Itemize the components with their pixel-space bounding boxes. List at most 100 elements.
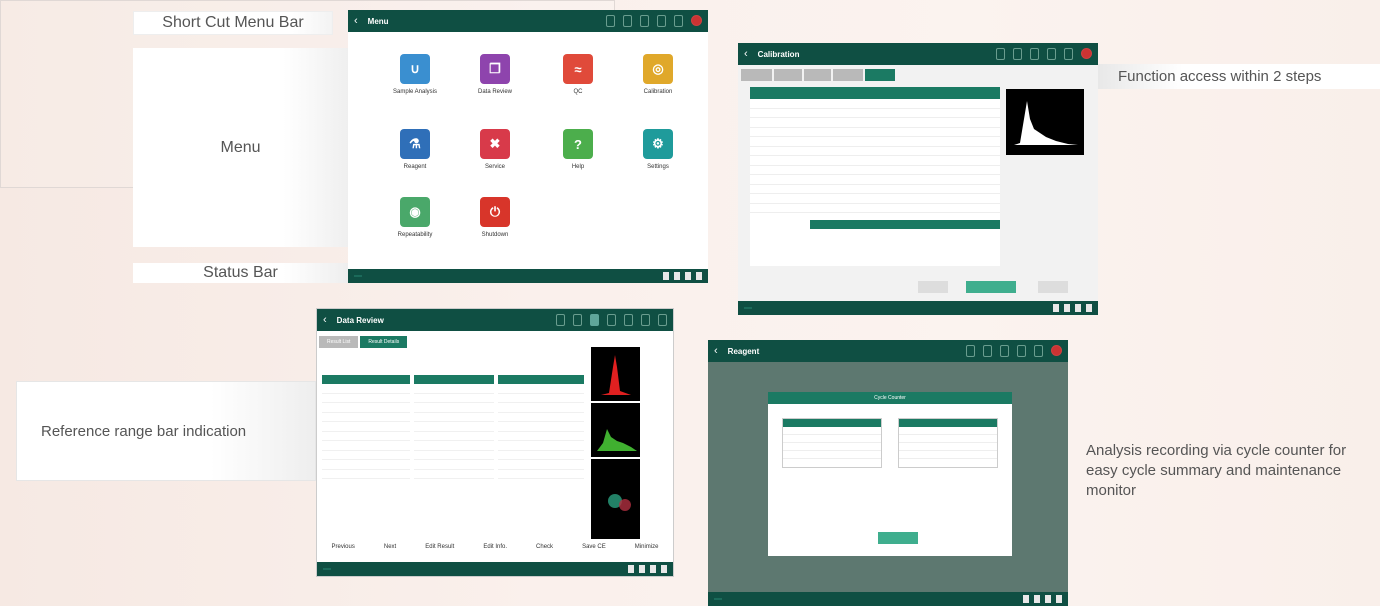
shortcut-icon[interactable] (1013, 48, 1022, 60)
menu-item-data-review[interactable]: ❐ Data Review (455, 54, 535, 95)
table-row (322, 422, 410, 432)
shortcut-icon[interactable] (573, 314, 582, 326)
histogram-plot (1006, 89, 1084, 155)
status-bar-label: Status Bar (133, 263, 348, 283)
dialog-ok-button[interactable] (878, 532, 918, 544)
dialog-cancel-button[interactable] (938, 532, 978, 544)
screen-title: Reagent (727, 346, 760, 356)
table-row (498, 432, 584, 441)
panel-row (783, 451, 881, 459)
shortcut-icon[interactable] (996, 48, 1005, 60)
menu-item-calibration[interactable]: ◎ Calibration (618, 54, 698, 95)
tab-result-list[interactable]: Result List (319, 336, 359, 348)
menu-item-label: QC (573, 89, 583, 95)
edit-result-button[interactable]: Edit Result (425, 544, 454, 550)
shortcut-icon[interactable] (606, 15, 615, 27)
menu-item-label: Help (571, 164, 585, 170)
back-icon[interactable]: ‹ (714, 345, 718, 357)
menu-item-label: Service (484, 164, 505, 170)
table-row (750, 166, 1000, 175)
shortcut-menu-bar-label: Short Cut Menu Bar (133, 11, 333, 35)
tab[interactable] (833, 69, 864, 81)
back-icon[interactable]: ‹ (744, 48, 748, 60)
save-ce-button[interactable]: Save CE (582, 544, 606, 550)
panel-header (783, 419, 881, 427)
shortcut-menu-bar: ‹ Calibration (738, 43, 1098, 65)
printer-icon[interactable] (1034, 345, 1043, 357)
status-bar (317, 562, 673, 576)
shortcut-icon[interactable] (1030, 48, 1039, 60)
shortcut-icon[interactable] (607, 314, 616, 326)
button[interactable] (966, 281, 1016, 293)
rbc-histogram-svg (601, 355, 631, 395)
button[interactable] (918, 281, 948, 293)
edit-info-button[interactable]: Edit Info. (483, 544, 507, 550)
panel-row (899, 443, 997, 451)
table-row (414, 384, 494, 394)
menu-item-sample-analysis[interactable]: ∪ Sample Analysis (375, 54, 455, 95)
counter-panel (898, 418, 998, 468)
table-row (498, 441, 584, 451)
shortcut-icon[interactable] (657, 15, 666, 27)
power-icon[interactable] (1051, 345, 1062, 356)
status-icon (639, 565, 645, 573)
tab[interactable] (803, 69, 832, 81)
printer-icon[interactable] (1064, 48, 1073, 60)
menu-item-label: Calibration (643, 89, 673, 95)
table-row (322, 432, 410, 441)
shortcut-icon[interactable] (624, 314, 633, 326)
table-row (498, 394, 584, 403)
shortcut-icon[interactable] (658, 314, 667, 326)
shortcut-icon[interactable] (556, 314, 565, 326)
menu-item-service[interactable]: ✖ Service (455, 129, 535, 170)
data-review-tabs: Result List Result Details (319, 336, 408, 348)
minimize-button[interactable]: Minimize (635, 544, 659, 550)
back-icon[interactable]: ‹ (323, 314, 327, 326)
data-review-shortcut-icon[interactable] (590, 314, 599, 326)
check-button[interactable]: Check (536, 544, 553, 550)
menu-item-qc[interactable]: ≈ QC (538, 54, 618, 95)
table-row (750, 118, 1000, 128)
table-row (322, 384, 410, 394)
shortcut-icon[interactable] (966, 345, 975, 357)
table-row (498, 403, 584, 413)
menu-item-reagent[interactable]: ⚗ Reagent (375, 129, 455, 170)
shortcut-icon[interactable] (1000, 345, 1009, 357)
menu-item-settings[interactable]: ⚙ Settings (618, 129, 698, 170)
tab[interactable] (741, 69, 773, 81)
previous-button[interactable]: Previous (332, 544, 355, 550)
tab[interactable] (774, 69, 802, 81)
shortcut-icon[interactable] (623, 15, 632, 27)
test-tube-icon: ∪ (400, 54, 430, 84)
printer-icon[interactable] (641, 314, 650, 326)
table-row (414, 394, 494, 403)
screen-title: Menu (367, 16, 389, 26)
rbc-histogram (591, 347, 640, 401)
back-icon[interactable]: ‹ (354, 15, 358, 27)
function-access-label: Function access within 2 steps (1098, 64, 1380, 89)
table-row (498, 451, 584, 460)
button[interactable] (1038, 281, 1068, 293)
power-icon[interactable] (691, 15, 702, 26)
menu-item-repeatability[interactable]: ◉ Repeatability (375, 197, 455, 238)
plt-histogram-svg (597, 429, 637, 451)
shortcut-icon[interactable] (1047, 48, 1056, 60)
shortcut-icon[interactable] (640, 15, 649, 27)
next-button[interactable]: Next (384, 544, 396, 550)
tab-active[interactable] (865, 69, 896, 81)
power-icon: ⏻ (480, 197, 510, 227)
tab-result-details[interactable]: Result Details (360, 336, 408, 348)
status-icon (1053, 304, 1059, 312)
shortcut-icon[interactable] (983, 345, 992, 357)
menu-item-label: Data Review (477, 89, 512, 95)
menu-item-help[interactable]: ? Help (538, 129, 618, 170)
printer-icon[interactable] (674, 15, 683, 27)
reagent-screen: ‹ Reagent Cycle Counter (708, 340, 1068, 606)
menu-item-shutdown[interactable]: ⏻ Shutdown (455, 197, 535, 238)
power-icon[interactable] (1081, 48, 1092, 59)
shortcut-icon[interactable] (1017, 345, 1026, 357)
status-icon (1086, 304, 1092, 312)
table-row (750, 204, 1000, 213)
table-row (322, 441, 410, 451)
panel-row (899, 435, 997, 443)
